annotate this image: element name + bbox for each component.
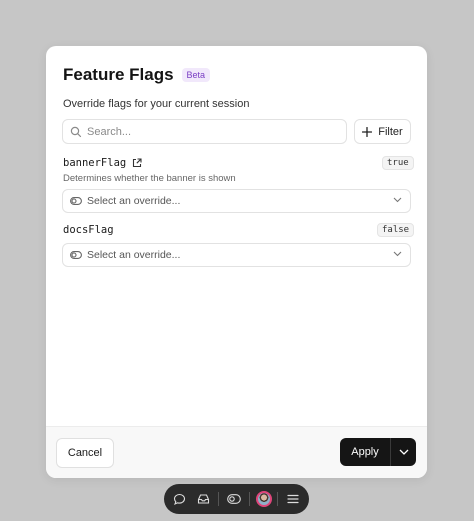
toolbar-divider bbox=[277, 492, 279, 506]
flag-description: Determines whether the banner is shown bbox=[63, 173, 236, 184]
select-placeholder: Select an override... bbox=[87, 195, 181, 207]
select-placeholder: Select an override... bbox=[87, 249, 181, 261]
chevron-down-icon bbox=[393, 197, 402, 203]
search-input[interactable] bbox=[87, 125, 346, 138]
menu-icon[interactable] bbox=[284, 490, 302, 508]
dialog-header: Feature Flags Beta bbox=[63, 65, 211, 85]
filter-button[interactable]: Filter bbox=[354, 119, 411, 144]
override-select-banner[interactable]: Select an override... bbox=[62, 189, 411, 213]
flag-value-badge: false bbox=[377, 223, 415, 237]
filter-label: Filter bbox=[378, 125, 403, 138]
apply-button[interactable]: Apply bbox=[340, 438, 390, 466]
feature-flags-dialog: Feature Flags Beta Override flags for yo… bbox=[46, 46, 427, 478]
beta-badge: Beta bbox=[181, 68, 211, 82]
flag-name-banner: bannerFlag bbox=[63, 157, 142, 169]
cancel-button[interactable]: Cancel bbox=[56, 438, 114, 468]
dialog-subtitle: Override flags for your current session bbox=[63, 98, 250, 110]
apply-button-group: Apply bbox=[340, 438, 416, 466]
inbox-icon[interactable] bbox=[195, 490, 213, 508]
chevron-down-icon bbox=[393, 251, 402, 257]
search-icon bbox=[70, 126, 82, 138]
external-link-icon[interactable] bbox=[132, 158, 142, 168]
flag-name-docs: docsFlag bbox=[63, 224, 114, 236]
bottom-toolbar bbox=[164, 484, 309, 514]
override-select-docs[interactable]: Select an override... bbox=[62, 243, 411, 267]
toolbar-divider bbox=[218, 492, 220, 506]
toolbar-divider bbox=[248, 492, 250, 506]
flag-value-badge: true bbox=[382, 156, 414, 170]
chat-icon[interactable] bbox=[171, 490, 189, 508]
toggle-icon bbox=[70, 251, 82, 259]
apply-options-button[interactable] bbox=[391, 438, 416, 466]
chevron-down-icon bbox=[399, 449, 409, 455]
toggle-icon[interactable] bbox=[225, 490, 243, 508]
dialog-footer: Cancel Apply bbox=[46, 426, 427, 478]
flag-name-text: docsFlag bbox=[63, 224, 114, 236]
avatar[interactable] bbox=[255, 491, 272, 507]
plus-icon bbox=[362, 126, 373, 137]
search-box[interactable] bbox=[62, 119, 347, 144]
flag-name-text: bannerFlag bbox=[63, 157, 127, 169]
toggle-icon bbox=[70, 197, 82, 205]
dialog-title: Feature Flags bbox=[63, 65, 174, 84]
